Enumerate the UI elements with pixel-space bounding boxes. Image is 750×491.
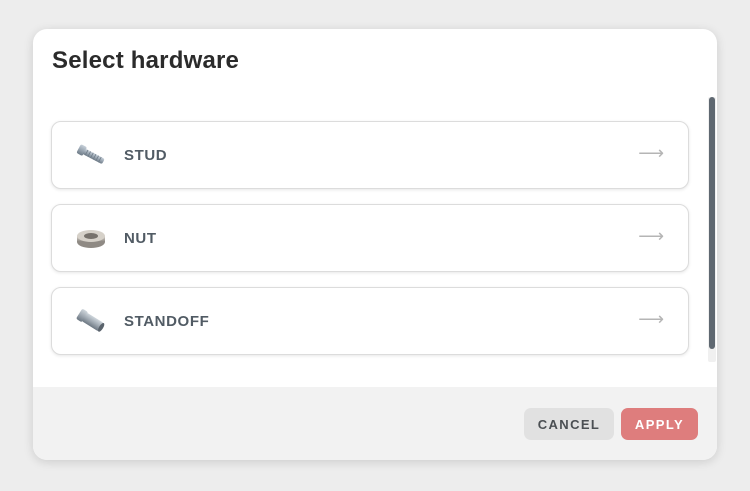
list-item-label: STANDOFF xyxy=(124,313,210,330)
nut-icon xyxy=(74,223,108,253)
arrow-right-icon: ⟶ xyxy=(638,226,664,246)
arrow-right-icon: ⟶ xyxy=(638,309,664,329)
list-item-standoff[interactable]: STANDOFF ⟶ xyxy=(51,287,689,355)
stud-icon xyxy=(74,140,108,170)
list-item-stud[interactable]: STUD ⟶ xyxy=(51,121,689,189)
cancel-button[interactable]: CANCEL xyxy=(524,408,614,440)
list-item-label: STUD xyxy=(124,147,168,164)
dialog-footer: CANCEL APPLY xyxy=(33,387,717,460)
dialog-title: Select hardware xyxy=(52,47,240,74)
hardware-list: STUD ⟶ NUT ⟶ STANDOFF ⟶ xyxy=(33,97,717,389)
standoff-icon xyxy=(74,306,108,336)
select-hardware-dialog: Select hardware STUD ⟶ NUT ⟶ STANDOFF ⟶ … xyxy=(33,29,717,460)
list-item-nut[interactable]: NUT ⟶ xyxy=(51,204,689,272)
apply-button[interactable]: APPLY xyxy=(621,408,698,440)
scrollbar-thumb[interactable] xyxy=(709,97,715,349)
list-item-label: NUT xyxy=(124,230,157,247)
arrow-right-icon: ⟶ xyxy=(638,143,664,163)
